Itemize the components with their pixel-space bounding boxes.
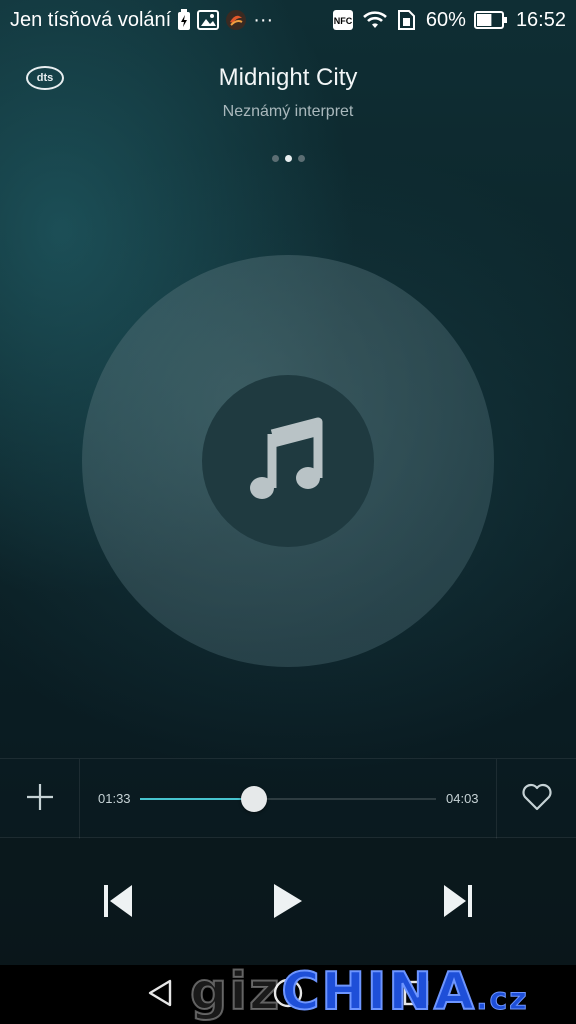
app-notification-icon: [225, 9, 247, 31]
skip-previous-icon: [102, 883, 134, 923]
back-triangle-icon: [146, 978, 174, 1012]
add-to-playlist-button[interactable]: [0, 759, 80, 839]
favorite-button[interactable]: [496, 759, 576, 839]
nav-back-button[interactable]: [140, 977, 180, 1013]
seek-bar-progress: [140, 798, 255, 800]
nfc-label: NFC: [334, 16, 353, 26]
artist-name: Neznámý interpret: [222, 103, 354, 120]
elapsed-time: 01:33: [98, 791, 131, 806]
playback-controls: [0, 838, 576, 965]
recent-square-icon: [402, 979, 430, 1011]
page-dot: [271, 155, 279, 162]
album-art-disc[interactable]: [82, 255, 494, 667]
nav-home-button[interactable]: [268, 977, 308, 1013]
battery-icon: [473, 10, 508, 30]
song-title: Midnight City: [218, 64, 358, 91]
gallery-notification-icon: [197, 10, 220, 30]
progress-row: 01:33 04:03: [0, 758, 576, 839]
charging-battery-icon: [177, 9, 191, 31]
status-bar: Jen tísňová volání ··· NFC 60% 16:52: [0, 0, 576, 40]
heart-icon: [521, 783, 553, 815]
disc-center: [202, 375, 374, 547]
sim-signal-icon: [396, 9, 418, 31]
music-player-screen: Jen tísňová volání ··· NFC 60% 16:52 dts…: [0, 0, 576, 1024]
music-note-icon: [248, 416, 328, 506]
next-track-button[interactable]: [428, 878, 488, 928]
play-icon: [272, 882, 304, 924]
wifi-icon: [362, 10, 388, 30]
play-button[interactable]: [258, 878, 318, 928]
battery-percent: 60%: [425, 8, 466, 31]
nav-recent-apps-button[interactable]: [396, 977, 436, 1013]
home-circle-icon: [272, 977, 304, 1013]
plus-icon: [25, 782, 55, 816]
navigation-bar: [0, 965, 576, 1024]
page-dot: [284, 155, 292, 162]
clock: 16:52: [515, 8, 566, 31]
seek-bar[interactable]: [140, 786, 436, 812]
more-notifications-indicator: ···: [253, 8, 274, 31]
total-time: 04:03: [446, 791, 479, 806]
page-indicator: [0, 155, 576, 162]
seek-bar-thumb[interactable]: [241, 786, 268, 812]
nfc-icon: NFC: [332, 9, 354, 31]
skip-next-icon: [442, 883, 474, 923]
page-dot: [297, 155, 305, 162]
previous-track-button[interactable]: [88, 878, 148, 928]
carrier-text: Jen tísňová volání: [10, 8, 172, 31]
